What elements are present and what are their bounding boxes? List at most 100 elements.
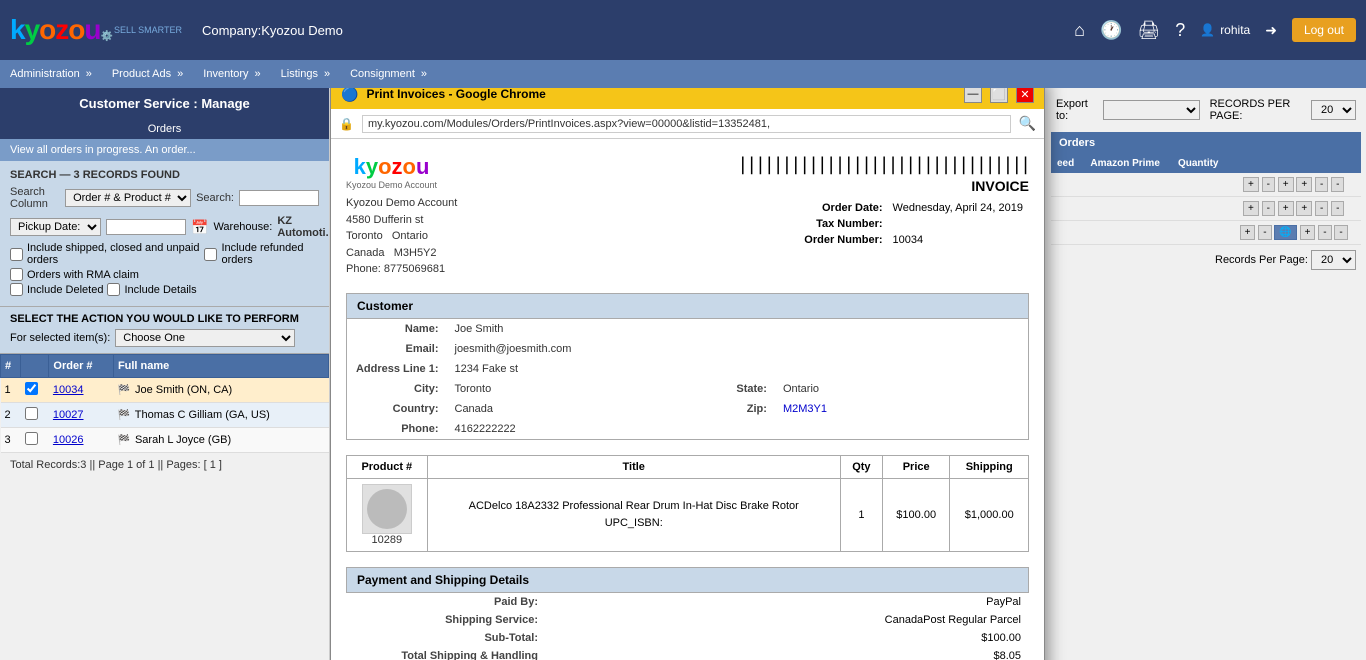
rt-minus2-btn-3[interactable]: - — [1318, 225, 1331, 240]
rt-minus-btn-1[interactable]: - — [1262, 177, 1275, 192]
search-input[interactable] — [239, 190, 319, 206]
help-icon[interactable]: ? — [1175, 20, 1185, 41]
rt-cell — [1080, 173, 1170, 197]
row-order: 10027 — [49, 403, 114, 428]
logo-letter-o2: o — [68, 14, 84, 45]
product-title-cell: ACDelco 18A2332 Professional Rear Drum I… — [427, 478, 840, 551]
product-table: Product # Title Qty Price Shipping — [346, 455, 1029, 552]
rt-minus3-btn-2[interactable]: - — [1331, 201, 1344, 216]
include-deleted-checkbox[interactable] — [10, 283, 23, 296]
rt-cell — [1080, 197, 1170, 221]
browser-url[interactable]: my.kyozou.com/Modules/Orders/PrintInvoic… — [362, 115, 1011, 133]
subtotal-value: $100.00 — [546, 629, 1029, 647]
rt-plus3-btn-1[interactable]: + — [1296, 177, 1312, 192]
cust-country-label: Country: — [347, 399, 447, 419]
cust-email-value: joesmith@joesmith.com — [447, 339, 1029, 359]
filter-date-select[interactable]: Pickup Date: — [10, 218, 101, 236]
cust-zip-label: Zip: — [675, 399, 775, 419]
row-check[interactable] — [21, 428, 49, 453]
sidebar-item-listings[interactable]: Listings — [281, 68, 330, 80]
records-per-page-select[interactable]: 20 — [1311, 100, 1356, 120]
row-checkbox-1[interactable] — [25, 382, 38, 395]
rt-cell — [1170, 221, 1226, 245]
order-link-1[interactable]: 10034 — [53, 384, 84, 396]
rt-add-btn-3[interactable]: + — [1240, 225, 1256, 240]
rt-minus3-btn-3[interactable]: - — [1334, 225, 1347, 240]
browser-search-icon[interactable]: 🔍 — [1019, 115, 1036, 132]
records-per-page-label: RECORDS PER PAGE: — [1210, 98, 1301, 122]
records-per-page-select-2[interactable]: 20 — [1311, 250, 1356, 270]
customer-section-header: Customer — [346, 293, 1029, 319]
order-link-3[interactable]: 10026 — [53, 434, 84, 446]
app-container: kyozou⚙️ SELL SMARTER Company:Kyozou Dem… — [0, 0, 1366, 660]
history-icon[interactable]: 🕐 — [1100, 20, 1122, 41]
invoice-title: INVOICE — [737, 178, 1029, 194]
search-column-select[interactable]: Order # & Product # — [65, 189, 191, 207]
customer-name-1: Joe Smith (ON, CA) — [135, 384, 232, 396]
rt-cell — [1080, 221, 1170, 245]
rt-plus3-btn-3[interactable]: + — [1300, 225, 1316, 240]
sidebar-item-consignment[interactable]: Consignment — [350, 68, 427, 80]
browser-window: 🔵 Print Invoices - Google Chrome — ⬜ ✕ 🔒… — [330, 88, 1045, 660]
rt-add-btn-2[interactable]: + — [1243, 201, 1259, 216]
browser-maximize-button[interactable]: ⬜ — [990, 88, 1008, 103]
product-image-inner — [367, 489, 407, 529]
date-input[interactable] — [106, 219, 186, 235]
inv-logo-z: z — [392, 154, 403, 179]
panel-subtitle: Orders — [148, 123, 182, 135]
barcode: ||||||||||||||||||||||||||||||||| — [737, 154, 1029, 175]
calendar-icon[interactable]: 📅 — [191, 219, 208, 236]
browser-close-button[interactable]: ✕ — [1016, 88, 1034, 103]
browser-minimize-button[interactable]: — — [964, 88, 982, 103]
cust-zip-link[interactable]: M2M3Y1 — [783, 403, 827, 415]
main-logo: kyozou⚙️ — [10, 14, 112, 46]
order-link-2[interactable]: 10027 — [53, 409, 84, 421]
rt-plus2-btn-2[interactable]: + — [1278, 201, 1294, 216]
rt-section-label: Orders — [1059, 137, 1095, 149]
inv-logo-box: kyozou Kyozou Demo Account — [346, 154, 437, 190]
cust-city-label: City: — [347, 379, 447, 399]
cust-addr-row: Address Line 1: 1234 Fake st — [347, 359, 1029, 379]
sidebar-item-administration[interactable]: Administration — [10, 68, 92, 80]
order-date-label: Order Date: — [800, 201, 886, 215]
action-select[interactable]: Choose One — [115, 329, 295, 347]
sidebar-item-inventory[interactable]: Inventory — [203, 68, 260, 80]
export-label: Export to: — [1056, 98, 1093, 122]
logout-button[interactable]: Log out — [1292, 18, 1356, 42]
rt-col-eed: eed — [1051, 154, 1080, 173]
row-checkbox-3[interactable] — [25, 432, 38, 445]
rt-blue-btn-3[interactable]: 🌐 — [1274, 225, 1296, 240]
include-refunded-checkbox[interactable] — [204, 248, 217, 261]
pay-subtotal-row: Sub-Total: $100.00 — [346, 629, 1029, 647]
col-check — [21, 355, 49, 378]
info-text: View all orders in progress. An order... — [10, 144, 196, 156]
include-deleted-label: Include Deleted — [27, 284, 103, 296]
export-select[interactable] — [1103, 100, 1200, 120]
rt-minus3-btn-1[interactable]: - — [1331, 177, 1344, 192]
row-check[interactable] — [21, 403, 49, 428]
home-icon[interactable]: ⌂ — [1074, 20, 1085, 41]
product-id: 10289 — [355, 534, 419, 546]
table-row: 1 10034 🏁 Joe Smith (ON, CA) — [1, 378, 329, 403]
row-name: 🏁 Sarah L Joyce (GB) — [113, 428, 328, 453]
include-shipped-checkbox[interactable] — [10, 248, 23, 261]
rt-minus-btn-2[interactable]: - — [1262, 201, 1275, 216]
company-city: Toronto — [346, 230, 383, 242]
invoice-content: kyozou Kyozou Demo Account Kyozou Demo A… — [331, 139, 1044, 660]
rt-minus-btn-3[interactable]: - — [1258, 225, 1271, 240]
company-country-postal: Canada M3H5Y2 — [346, 245, 457, 262]
cust-country-value: Canada — [447, 399, 675, 419]
rt-add-btn-1[interactable]: + — [1243, 177, 1259, 192]
rt-plus2-btn-1[interactable]: + — [1278, 177, 1294, 192]
rt-minus2-btn-1[interactable]: - — [1315, 177, 1328, 192]
inv-logo-text: kyozou — [354, 154, 430, 179]
rt-minus2-btn-2[interactable]: - — [1315, 201, 1328, 216]
rma-checkbox[interactable] — [10, 268, 23, 281]
row-check[interactable] — [21, 378, 49, 403]
payment-section-header: Payment and Shipping Details — [346, 567, 1029, 593]
print-icon[interactable]: 🖨 — [1137, 20, 1160, 41]
rt-plus3-btn-2[interactable]: + — [1296, 201, 1312, 216]
row-checkbox-2[interactable] — [25, 407, 38, 420]
include-details-checkbox[interactable] — [107, 283, 120, 296]
sidebar-item-product-ads[interactable]: Product Ads — [112, 68, 183, 80]
